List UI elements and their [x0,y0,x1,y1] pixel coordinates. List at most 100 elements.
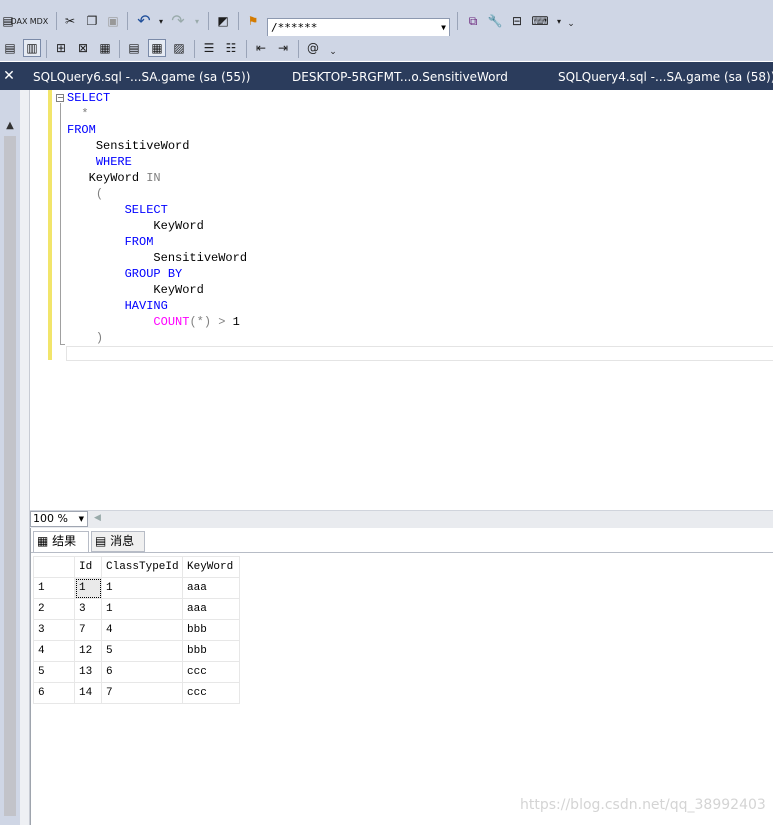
code-line: SELECT [67,90,110,106]
results-grid-icon[interactable]: ▦ [148,39,166,57]
watermark: https://blog.csdn.net/qq_38992403 [520,797,766,813]
cut-icon[interactable]: ✂ [62,13,78,29]
comment-icon[interactable]: ☰ [201,40,217,56]
table-cell[interactable]: 13 [74,661,102,683]
current-line-highlight [66,346,773,361]
uncomment-icon[interactable]: ☷ [223,40,239,56]
close-icon[interactable]: ✕ [0,62,18,90]
terminal-icon[interactable]: ⌨ [531,13,548,29]
results-grid[interactable]: Id ClassTypeId KeyWord 1 1 1 aaa 2 3 1 a… [33,556,240,704]
tab-messages[interactable]: ▤ 消息 [91,531,145,552]
table-row[interactable]: 4 12 5 bbb [33,640,240,662]
code-line: FROM [67,234,154,250]
table-cell[interactable]: ccc [182,682,240,704]
table-cell[interactable]: 12 [74,640,102,662]
overflow-icon[interactable]: ⌄ [325,44,341,60]
code-token: HAVING [124,299,168,313]
estimated-plan-icon[interactable]: ⊞ [53,40,69,56]
row-number[interactable]: 5 [33,661,75,683]
paste-icon[interactable]: ▣ [105,13,121,29]
undo-icon[interactable]: ↶ [136,11,152,30]
table-cell[interactable]: 1 [74,577,102,599]
code-line: ( [67,186,103,202]
column-header[interactable]: ClassTypeId [101,556,183,578]
code-token: ( [95,187,104,201]
table-cell[interactable]: aaa [182,598,240,620]
table-cell[interactable]: 7 [74,619,102,641]
change-tracking-bar [48,90,52,360]
row-number[interactable]: 1 [33,577,75,599]
results-to-text-icon[interactable]: ▤ [2,40,18,56]
code-line: WHERE [67,154,132,170]
chevron-down-icon[interactable]: ▼ [79,512,84,526]
editor-margin [20,90,30,825]
chevron-down-icon[interactable]: ▼ [441,19,446,36]
table-row[interactable]: 3 7 4 bbb [33,619,240,641]
code-line: SELECT [67,202,168,218]
table-cell[interactable]: aaa [182,577,240,599]
message-icon: ▤ [95,534,107,548]
table-cell[interactable]: 4 [101,619,183,641]
copy-icon[interactable]: ❐ [84,13,100,29]
scroll-left-icon[interactable]: ◀ [94,513,101,523]
decrease-indent-icon[interactable]: ⇤ [253,40,269,56]
include-plan-icon[interactable]: ▥ [23,39,41,57]
overflow-icon[interactable]: ⌄ [563,16,579,32]
vertical-scrollbar[interactable] [4,136,16,816]
code-line: KeyWord [67,282,204,298]
visual-studio-icon[interactable]: ⧉ [465,13,481,29]
row-number[interactable]: 4 [33,640,75,662]
actual-plan-icon[interactable]: ⊠ [75,40,91,56]
row-number[interactable]: 6 [33,682,75,704]
table-cell[interactable]: 3 [74,598,102,620]
search-value: /****** [271,21,318,34]
table-cell[interactable]: 1 [101,598,183,620]
code-token: SELECT [67,91,111,105]
code-token: ) [95,331,104,345]
table-cell[interactable]: bbb [182,619,240,641]
table-cell[interactable]: 5 [101,640,183,662]
table-row[interactable]: 6 14 7 ccc [33,682,240,704]
redo-icon[interactable]: ↷ [170,11,186,30]
code-token: IN [146,171,161,185]
column-header[interactable]: Id [74,556,102,578]
table-cell[interactable]: 14 [74,682,102,704]
table-cell[interactable]: bbb [182,640,240,662]
results-file-icon[interactable]: ▨ [171,40,187,56]
dax-icon[interactable]: DAX [11,13,28,29]
column-header[interactable]: KeyWord [182,556,240,578]
results-to-text-mode-icon[interactable]: ▤ [126,40,142,56]
activity-monitor-icon[interactable]: ◩ [215,13,231,29]
scroll-up-icon[interactable]: ▲ [2,120,18,134]
table-cell[interactable]: ccc [182,661,240,683]
table-cell[interactable]: 7 [101,682,183,704]
tab-sqlquery4[interactable]: SQLQuery4.sql -...SA.game (sa (58))* [558,62,773,90]
increase-indent-icon[interactable]: ⇥ [275,40,291,56]
find-icon[interactable]: ⚑ [245,13,261,29]
table-row[interactable]: 5 13 6 ccc [33,661,240,683]
code-token: SELECT [124,203,168,217]
table-row[interactable]: 2 3 1 aaa [33,598,240,620]
client-stats-icon[interactable]: ▦ [97,40,113,56]
redo-dropdown-icon[interactable]: ▾ [189,13,205,29]
undo-dropdown-icon[interactable]: ▾ [153,13,169,29]
search-combo[interactable]: /****** ▼ [267,18,450,37]
collapse-icon[interactable]: − [56,94,64,102]
code-token: WHERE [95,155,132,169]
table-row[interactable]: 1 1 1 aaa [33,577,240,599]
specify-values-icon[interactable]: @ [305,40,321,56]
row-header-corner[interactable] [33,556,75,578]
tab-sqlquery6[interactable]: SQLQuery6.sql -...SA.game (sa (55)) [33,62,250,90]
mdx-icon[interactable]: MDX [30,13,49,29]
table-cell[interactable]: 1 [101,577,183,599]
toolbox-icon[interactable]: ⊟ [509,13,525,29]
row-number[interactable]: 2 [33,598,75,620]
row-number[interactable]: 3 [33,619,75,641]
tab-sensitiveword-table[interactable]: DESKTOP-5RGFMT...o.SensitiveWord [292,62,508,90]
zoom-select[interactable]: 100 % ▼ [30,511,88,527]
tab-results[interactable]: ▦ 结果 [33,531,89,552]
code-token: COUNT [153,315,190,329]
table-cell[interactable]: 6 [101,661,183,683]
wrench-icon[interactable]: 🔧 [487,13,503,29]
code-token: KeyWord [153,283,204,297]
